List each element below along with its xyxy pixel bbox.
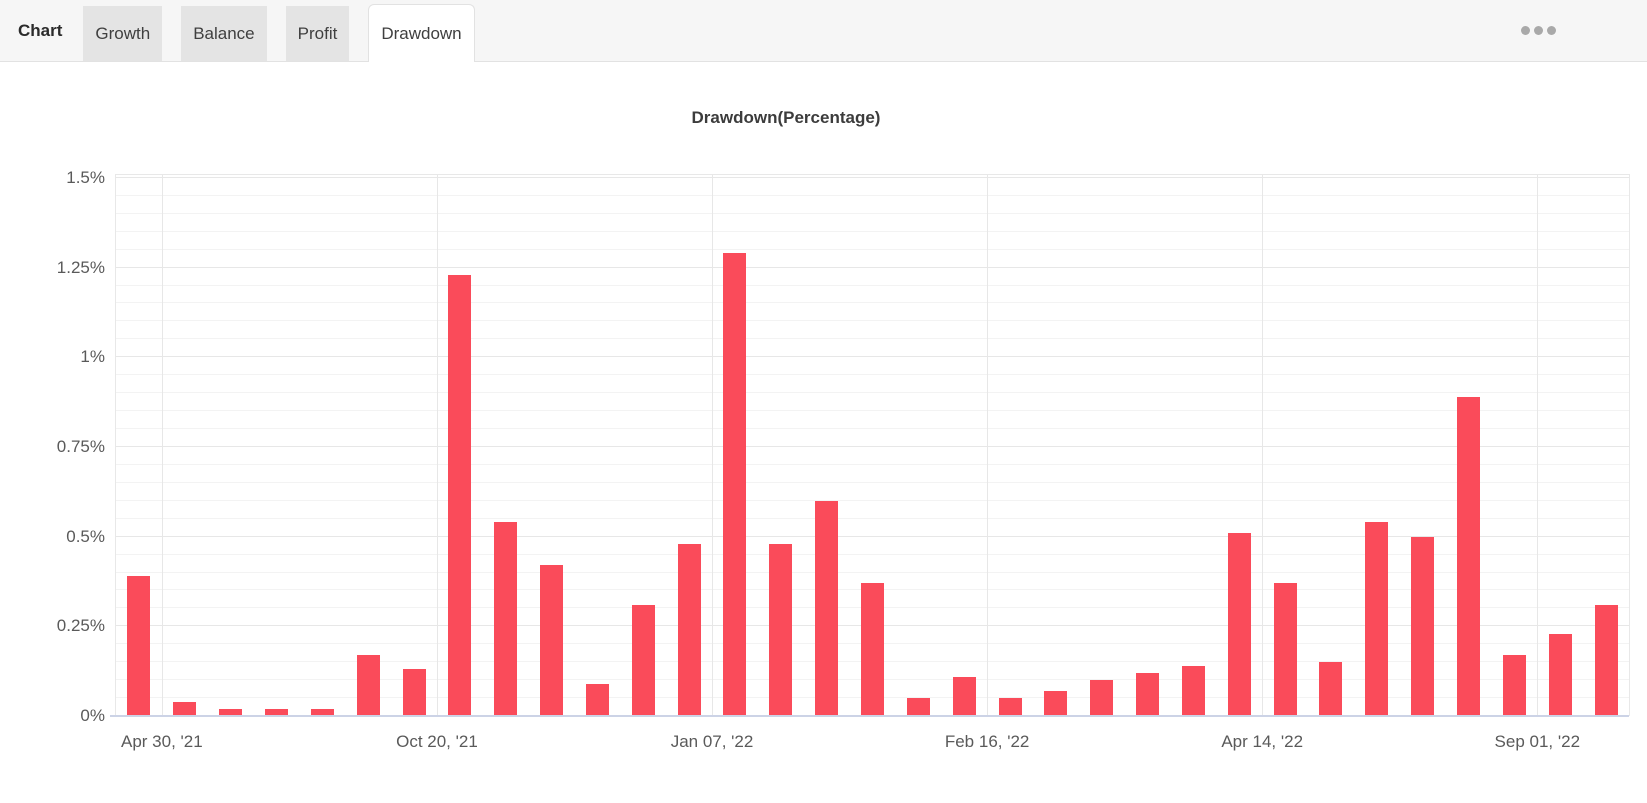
x-gridline bbox=[1262, 175, 1264, 716]
drawdown-bar[interactable] bbox=[540, 565, 564, 716]
drawdown-bar[interactable] bbox=[631, 604, 655, 716]
drawdown-bar[interactable] bbox=[1502, 655, 1526, 716]
tab-growth[interactable]: Growth bbox=[83, 6, 163, 61]
drawdown-bar[interactable] bbox=[1044, 690, 1068, 716]
drawdown-bar[interactable] bbox=[1594, 604, 1618, 716]
minor-gridline bbox=[116, 553, 1629, 555]
x-tick-label: Oct 20, '21 bbox=[396, 732, 478, 751]
tab-list: Growth Balance Profit Drawdown bbox=[83, 0, 493, 62]
drawdown-bar[interactable] bbox=[861, 583, 884, 716]
y-tick-label: 1% bbox=[80, 347, 105, 367]
chart-title: Drawdown(Percentage) bbox=[691, 108, 881, 127]
x-tick-label: Apr 14, '22 bbox=[1221, 732, 1304, 751]
drawdown-bar[interactable] bbox=[127, 576, 151, 716]
tab-balance[interactable]: Balance bbox=[181, 6, 267, 61]
x-gridline bbox=[436, 175, 438, 716]
y-tick-label: 0% bbox=[80, 706, 105, 725]
x-tick-label: Jan 07, '22 bbox=[670, 732, 754, 751]
drawdown-bar[interactable] bbox=[494, 522, 518, 716]
y-tick-label: 0.5% bbox=[66, 526, 105, 546]
minor-gridline bbox=[116, 302, 1629, 304]
drawdown-bar[interactable] bbox=[677, 543, 701, 716]
x-gridline bbox=[161, 175, 163, 716]
drawdown-bar[interactable] bbox=[723, 253, 747, 716]
minor-gridline bbox=[116, 571, 1629, 573]
drawdown-bar[interactable] bbox=[402, 669, 426, 716]
tab-profit[interactable]: Profit bbox=[285, 6, 350, 61]
x-tick-label: Apr 30, '21 bbox=[120, 732, 203, 751]
minor-gridline bbox=[116, 499, 1629, 501]
drawdown-bar[interactable] bbox=[1181, 665, 1205, 716]
minor-gridline bbox=[116, 248, 1629, 250]
minor-gridline bbox=[116, 212, 1629, 214]
drawdown-bar[interactable] bbox=[769, 543, 793, 716]
major-gridline bbox=[116, 356, 1629, 358]
drawdown-bar[interactable] bbox=[1365, 522, 1389, 716]
drawdown-bar[interactable] bbox=[1457, 396, 1481, 716]
minor-gridline bbox=[116, 320, 1629, 322]
drawdown-bar[interactable] bbox=[1090, 680, 1114, 716]
drawdown-bar[interactable] bbox=[1411, 536, 1435, 716]
x-axis-line bbox=[110, 715, 1629, 717]
dot bbox=[1547, 26, 1556, 35]
minor-gridline bbox=[116, 194, 1629, 196]
x-tick-label: Sep 01, '22 bbox=[1494, 732, 1581, 751]
minor-gridline bbox=[116, 392, 1629, 394]
ellipsis-menu-icon[interactable] bbox=[1521, 26, 1556, 35]
x-tick-label: Feb 16, '22 bbox=[944, 732, 1030, 751]
minor-gridline bbox=[116, 284, 1629, 286]
x-gridline bbox=[712, 175, 714, 716]
drawdown-bar[interactable] bbox=[1319, 662, 1343, 716]
y-tick-label: 1.5% bbox=[66, 167, 105, 187]
drawdown-bar[interactable] bbox=[815, 500, 839, 716]
dot bbox=[1534, 26, 1543, 35]
x-gridline bbox=[1537, 175, 1539, 716]
drawdown-bar[interactable] bbox=[906, 698, 930, 716]
major-gridline bbox=[116, 535, 1629, 537]
drawdown-bar[interactable] bbox=[1136, 672, 1160, 716]
drawdown-bar[interactable] bbox=[356, 655, 380, 716]
x-gridline bbox=[987, 175, 989, 716]
drawdown-bar[interactable] bbox=[1273, 583, 1297, 716]
drawdown-bar[interactable] bbox=[448, 274, 472, 716]
minor-gridline bbox=[116, 410, 1629, 412]
section-label-chart: Chart bbox=[18, 20, 63, 40]
dot bbox=[1521, 26, 1530, 35]
minor-gridline bbox=[116, 463, 1629, 465]
tab-bar: Chart Growth Balance Profit Drawdown bbox=[0, 0, 1647, 62]
drawdown-bar[interactable] bbox=[1548, 633, 1572, 716]
minor-gridline bbox=[116, 230, 1629, 232]
drawdown-bar[interactable] bbox=[585, 683, 609, 716]
minor-gridline bbox=[116, 517, 1629, 519]
y-tick-label: 0.25% bbox=[56, 616, 105, 636]
major-gridline bbox=[116, 176, 1629, 178]
minor-gridline bbox=[116, 374, 1629, 376]
minor-gridline bbox=[116, 481, 1629, 483]
drawdown-bar[interactable] bbox=[1227, 533, 1251, 716]
major-gridline bbox=[116, 445, 1629, 447]
y-tick-label: 1.25% bbox=[56, 257, 105, 277]
drawdown-bar[interactable] bbox=[952, 676, 976, 716]
minor-gridline bbox=[116, 338, 1629, 340]
drawdown-bar[interactable] bbox=[998, 698, 1022, 716]
minor-gridline bbox=[116, 428, 1629, 429]
major-gridline bbox=[116, 266, 1629, 268]
drawdown-bar[interactable] bbox=[173, 701, 197, 716]
tab-drawdown[interactable]: Drawdown bbox=[368, 4, 475, 62]
y-tick-label: 0.75% bbox=[56, 436, 105, 456]
plot-area: 0% 0.25% 0.5% 0.75% 1% 1.25% 1.5% Apr 30, '21 Oc… bbox=[57, 168, 1630, 751]
